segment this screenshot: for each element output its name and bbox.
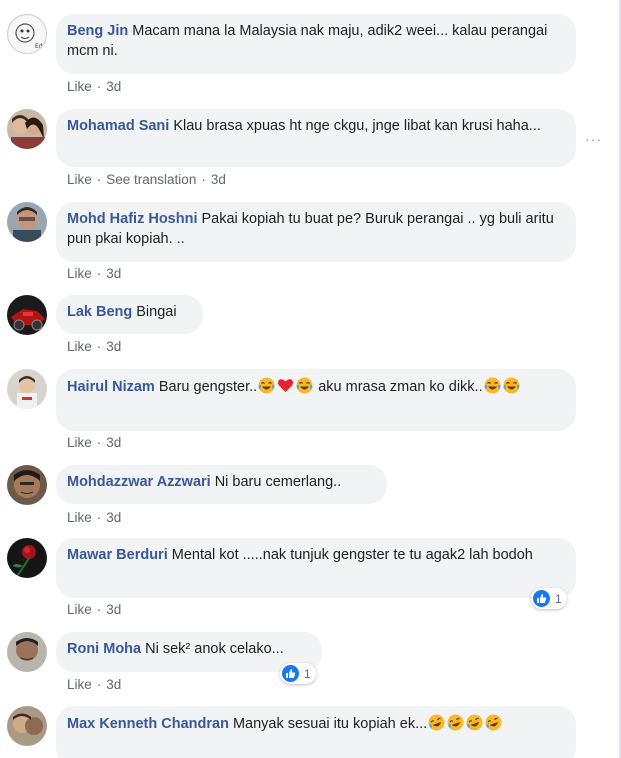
comment-actions: Like · 3d [67, 677, 121, 693]
avatar[interactable] [7, 706, 47, 746]
reaction-number: 1 [555, 591, 562, 606]
more-options-icon[interactable]: ··· [585, 131, 602, 147]
comment-author[interactable]: Mohamad Sani [67, 118, 169, 134]
like-link[interactable]: Like [67, 510, 92, 525]
timestamp[interactable]: 3d [106, 339, 121, 354]
comment-bubble: Hairul Nizam Baru gengster.. aku mrasa zm… [56, 369, 576, 431]
comment-actions: Like · 3d [67, 435, 121, 451]
comment-text: Mental kot .....nak tunjuk gengster te t… [171, 547, 533, 563]
like-link[interactable]: Like [67, 602, 92, 617]
comment-actions: Like · 3d [67, 79, 121, 95]
comment-text: Manyak sesuai itu kopiah ek... [232, 716, 428, 732]
like-thumbs-up-icon [282, 665, 299, 682]
comment-text: Klau brasa xpuas ht nge ckgu, jnge libat… [173, 118, 541, 134]
comment-author[interactable]: Mohd Hafiz Hoshni [67, 211, 198, 227]
comment-text: Ni sek² anok celako... [145, 641, 284, 657]
comment-author[interactable]: Hairul Nizam [67, 379, 155, 395]
face-with-tears-of-joy-icon [296, 377, 313, 394]
rolling-on-the-floor-laughing-icon [428, 714, 445, 731]
separator: · [96, 266, 102, 281]
avatar[interactable] [7, 202, 47, 242]
timestamp[interactable]: 3d [106, 602, 121, 617]
rolling-on-the-floor-laughing-icon [447, 714, 464, 731]
avatar[interactable] [7, 369, 47, 409]
comment-author[interactable]: Mawar Berduri [67, 547, 168, 563]
comment-text: Baru gengster.. [158, 379, 258, 395]
comment-bubble: Mawar Berduri Mental kot .....nak tunjuk … [56, 538, 576, 598]
like-link[interactable]: Like [67, 339, 92, 354]
timestamp[interactable]: 3d [106, 510, 121, 525]
comment-bubble: Beng Jin Macam mana la Malaysia nak maju,… [56, 14, 576, 74]
comment-bubble: Max Kenneth Chandran Manyak sesuai itu ko… [56, 706, 576, 758]
timestamp[interactable]: 3d [106, 79, 121, 94]
avatar[interactable] [7, 295, 47, 335]
comment-actions: Like · 3d [67, 510, 121, 526]
comment-author[interactable]: Max Kenneth Chandran [67, 716, 229, 732]
separator: · [96, 339, 102, 354]
face-with-tears-of-joy-icon [484, 377, 501, 394]
svg-text:Ed: Ed [35, 43, 43, 50]
reaction-number: 1 [304, 666, 311, 681]
separator: · [96, 435, 102, 450]
comment-actions: Like · 3d [67, 339, 121, 355]
separator: · [96, 677, 102, 692]
comment-actions: Like · 3d [67, 602, 121, 618]
comment-bubble: Mohdazzwar Azzwari Ni baru cemerlang.. [56, 465, 387, 504]
comment-author[interactable]: Roni Moha [67, 641, 141, 657]
comment-bubble: Lak Beng Bingai [56, 295, 203, 334]
like-link[interactable]: Like [67, 172, 92, 187]
like-link[interactable]: Like [67, 266, 92, 281]
separator: · [201, 172, 206, 187]
comment-bubble: Mohd Hafiz Hoshni Pakai kopiah tu buat pe… [56, 202, 576, 262]
like-thumbs-up-icon [533, 590, 550, 607]
comment-text: Macam mana la Malaysia nak maju, adik2 w… [67, 23, 548, 59]
comment-author[interactable]: Lak Beng [67, 304, 132, 320]
comment-author[interactable]: Mohdazzwar Azzwari [67, 474, 211, 490]
comment-text: Bingai [136, 304, 177, 320]
comment-text: Ni baru cemerlang.. [214, 474, 342, 490]
avatar[interactable] [7, 465, 47, 505]
separator: · [96, 510, 102, 525]
comment-text: aku mrasa zman ko dikk.. [314, 379, 483, 395]
avatar[interactable] [7, 538, 47, 578]
separator: · [96, 79, 102, 94]
avatar[interactable]: Ed [7, 14, 47, 54]
rolling-on-the-floor-laughing-icon [485, 714, 502, 731]
separator: · [96, 602, 102, 617]
comment-author[interactable]: Beng Jin [67, 23, 128, 39]
comment-bubble: Mohamad Sani Klau brasa xpuas ht nge ckgu… [56, 109, 576, 167]
reaction-count[interactable]: 1 [280, 663, 316, 684]
separator: · [96, 172, 102, 187]
see-translation-link[interactable]: See translation [106, 172, 196, 187]
timestamp[interactable]: 3d [211, 172, 226, 187]
avatar[interactable] [7, 109, 47, 149]
timestamp[interactable]: 3d [106, 266, 121, 281]
like-link[interactable]: Like [67, 79, 92, 94]
like-link[interactable]: Like [67, 677, 92, 692]
timestamp[interactable]: 3d [106, 435, 121, 450]
like-link[interactable]: Like [67, 435, 92, 450]
reaction-count[interactable]: 1 [531, 588, 567, 609]
face-with-tears-of-joy-icon [503, 377, 520, 394]
comment-actions: Like · See translation · 3d [67, 172, 226, 188]
timestamp[interactable]: 3d [106, 677, 121, 692]
red-heart-icon [277, 377, 294, 394]
avatar[interactable] [7, 632, 47, 672]
comment-actions: Like · 3d [67, 266, 121, 282]
rolling-on-the-floor-laughing-icon [466, 714, 483, 731]
face-with-tears-of-joy-icon [258, 377, 275, 394]
